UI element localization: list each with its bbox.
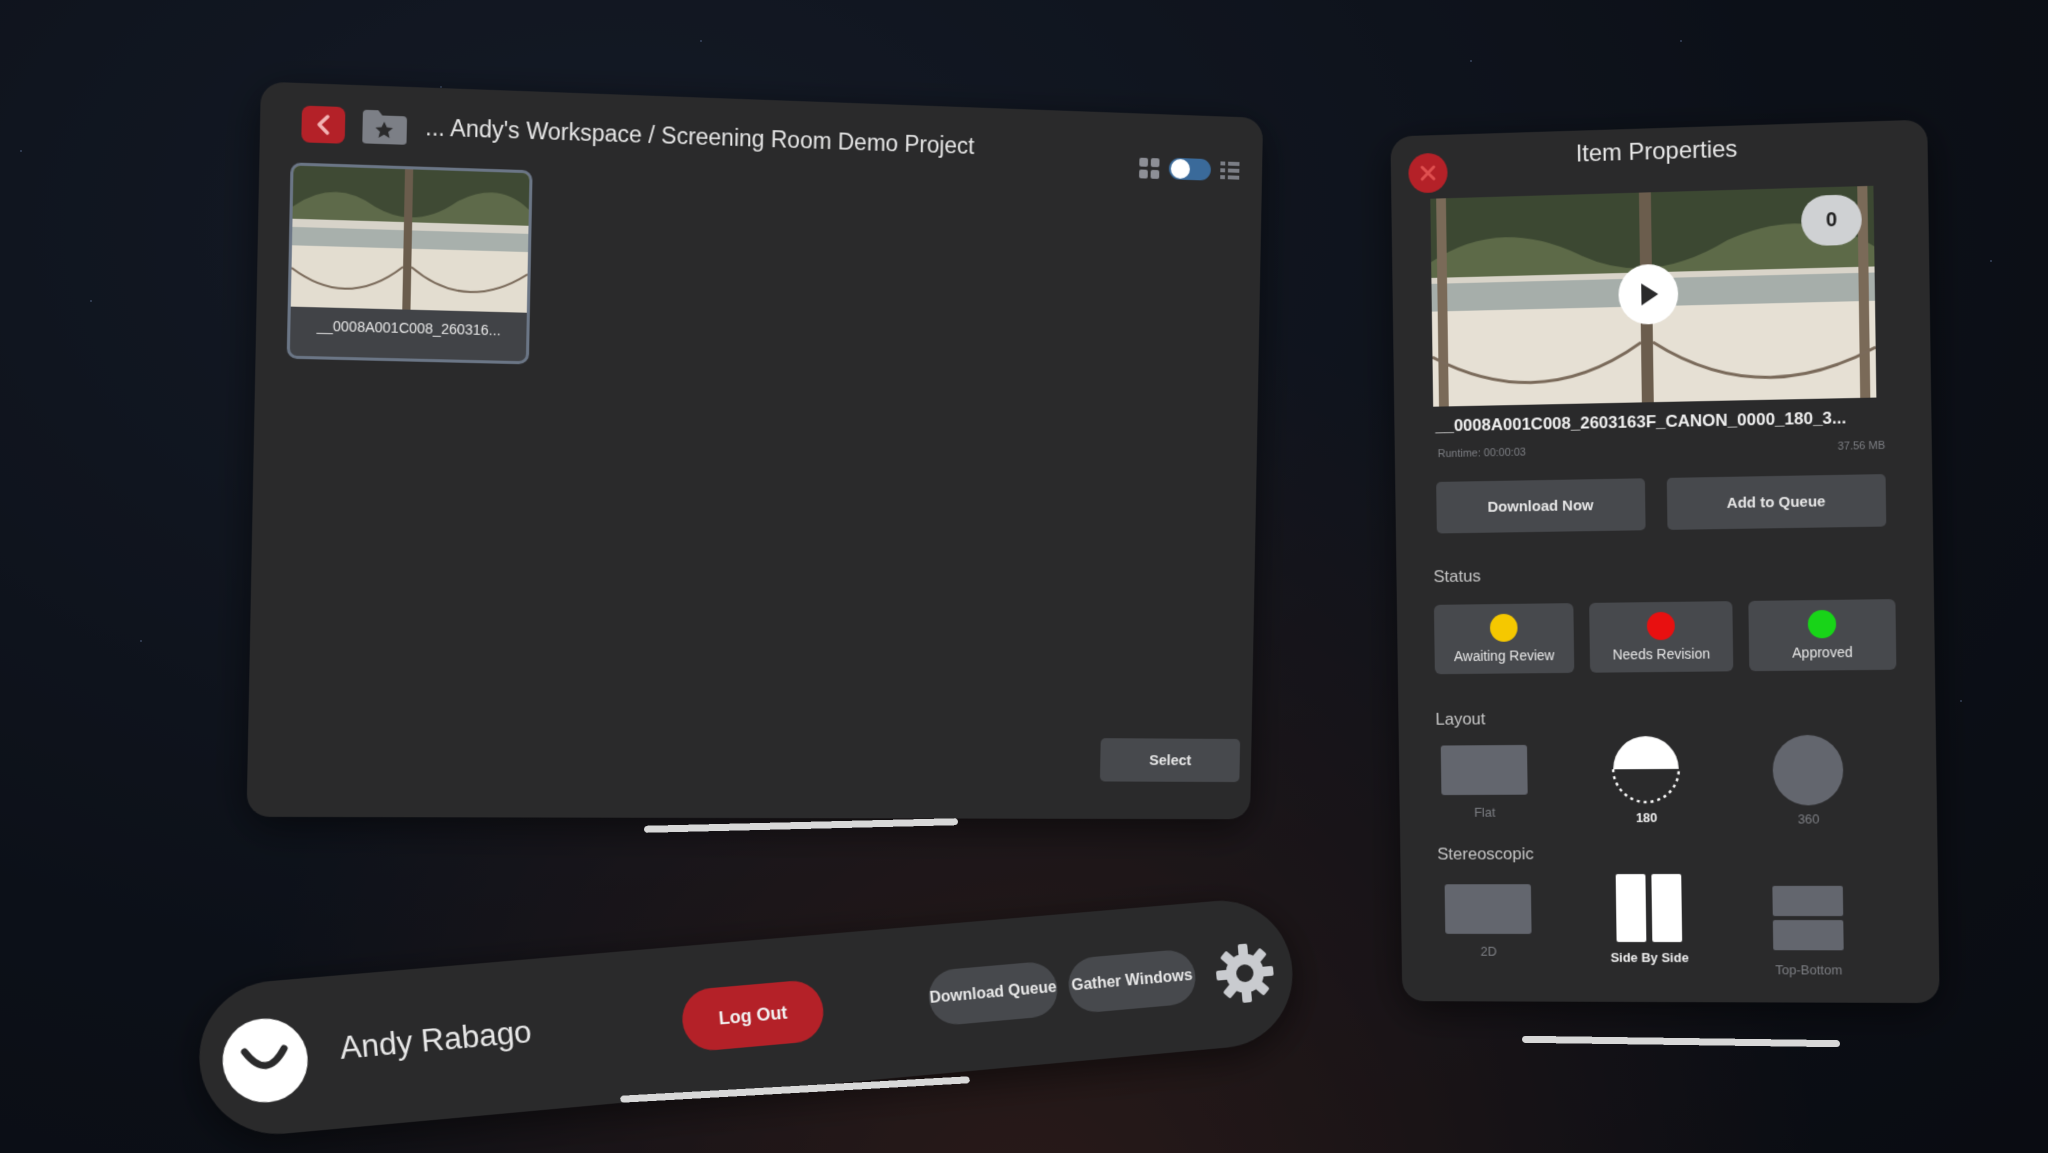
top-bottom-icon — [1772, 885, 1844, 951]
status-label: Approved — [1792, 643, 1853, 661]
status-section-label: Status — [1433, 566, 1481, 587]
full-sphere-icon — [1772, 734, 1844, 806]
star — [140, 640, 142, 642]
starred-folder-icon — [362, 109, 408, 145]
logout-button[interactable]: Log Out — [679, 978, 826, 1053]
star — [1680, 40, 1682, 42]
side-by-side-icon — [1615, 874, 1683, 943]
flat-layout-icon — [1440, 744, 1528, 796]
item-name: __0008A001C008_2603163F_CANON_0000_180_3… — [1435, 408, 1847, 436]
breadcrumb: ... Andy's Workspace / Screening Room De… — [425, 113, 975, 159]
list-view-icon[interactable] — [1220, 161, 1240, 180]
layout-flat-option[interactable]: Flat — [1440, 744, 1529, 820]
avatar[interactable] — [219, 1015, 312, 1107]
file-browser-panel: ... Andy's Workspace / Screening Room De… — [246, 81, 1264, 820]
view-mode-toggle[interactable] — [1139, 157, 1240, 182]
layout-label: 180 — [1635, 810, 1658, 826]
item-meta: Runtime: 00:00:03 37.56 MB — [1438, 440, 1886, 460]
comment-count-badge[interactable]: 0 — [1800, 194, 1863, 247]
status-needs-revision-button[interactable]: Needs Revision — [1589, 601, 1734, 673]
browser-grab-bar[interactable] — [643, 818, 959, 833]
download-queue-button[interactable]: Download Queue — [926, 960, 1060, 1027]
status-label: Awaiting Review — [1453, 647, 1555, 665]
stereo-side-by-side-option[interactable]: Side By Side — [1589, 874, 1709, 965]
back-button[interactable] — [301, 105, 346, 144]
file-name: __0008A001C008_260316... — [316, 317, 501, 339]
favorites-folder-button[interactable] — [359, 106, 409, 148]
2d-mode-icon — [1444, 884, 1532, 934]
stereo-label: Top-Bottom — [1775, 962, 1843, 978]
star — [90, 300, 92, 302]
green-status-dot-icon — [1807, 609, 1837, 639]
layout-label: 360 — [1797, 811, 1820, 827]
gather-windows-button[interactable]: Gather Windows — [1066, 948, 1198, 1015]
status-awaiting-review-button[interactable]: Awaiting Review — [1433, 603, 1575, 675]
view-switch[interactable] — [1168, 157, 1212, 181]
status-label: Needs Revision — [1612, 645, 1711, 663]
layout-360-option[interactable]: 360 — [1770, 734, 1846, 827]
chevron-left-icon — [314, 113, 333, 136]
play-icon — [1641, 283, 1659, 306]
star — [1990, 260, 1992, 262]
yellow-status-dot-icon — [1489, 613, 1518, 642]
select-button[interactable]: Select — [1099, 738, 1241, 783]
user-name: Andy Rabago — [338, 1013, 533, 1067]
star — [1960, 700, 1962, 702]
stereo-2d-option[interactable]: 2D — [1444, 884, 1533, 959]
item-properties-panel: Item Properties 0 __0008A001C008_2603163… — [1390, 119, 1940, 1004]
status-approved-button[interactable]: Approved — [1748, 599, 1897, 672]
add-to-queue-button[interactable]: Add to Queue — [1666, 474, 1887, 530]
download-now-button[interactable]: Download Now — [1436, 478, 1646, 534]
gear-icon — [1215, 943, 1274, 1003]
file-card[interactable]: __0008A001C008_260316... — [286, 162, 533, 365]
layout-section-label: Layout — [1435, 709, 1486, 729]
file-thumbnail — [290, 165, 530, 313]
stereo-label: Side By Side — [1610, 949, 1689, 966]
smile-logo-icon — [238, 1038, 293, 1083]
half-sphere-icon — [1611, 735, 1681, 804]
star — [1470, 60, 1472, 62]
video-preview[interactable]: 0 — [1430, 185, 1877, 407]
red-status-dot-icon — [1646, 611, 1675, 641]
stereo-top-bottom-option[interactable]: Top-Bottom — [1752, 884, 1864, 978]
grid-view-icon[interactable] — [1139, 157, 1160, 179]
layout-180-option[interactable]: 180 — [1609, 734, 1684, 825]
settings-button[interactable] — [1212, 939, 1278, 1007]
panel-title: Item Properties — [1575, 135, 1738, 168]
stereoscopic-section-label: Stereoscopic — [1437, 844, 1534, 864]
properties-grab-bar[interactable] — [1521, 1035, 1841, 1048]
user-dock: Andy Rabago Log Out Download Queue Gathe… — [192, 895, 1299, 1141]
star — [700, 40, 702, 42]
layout-label: Flat — [1473, 804, 1496, 820]
stereo-label: 2D — [1480, 943, 1497, 959]
file-size-text: 37.56 MB — [1837, 439, 1886, 453]
star — [20, 150, 22, 152]
runtime-text: Runtime: 00:00:03 — [1437, 446, 1526, 461]
